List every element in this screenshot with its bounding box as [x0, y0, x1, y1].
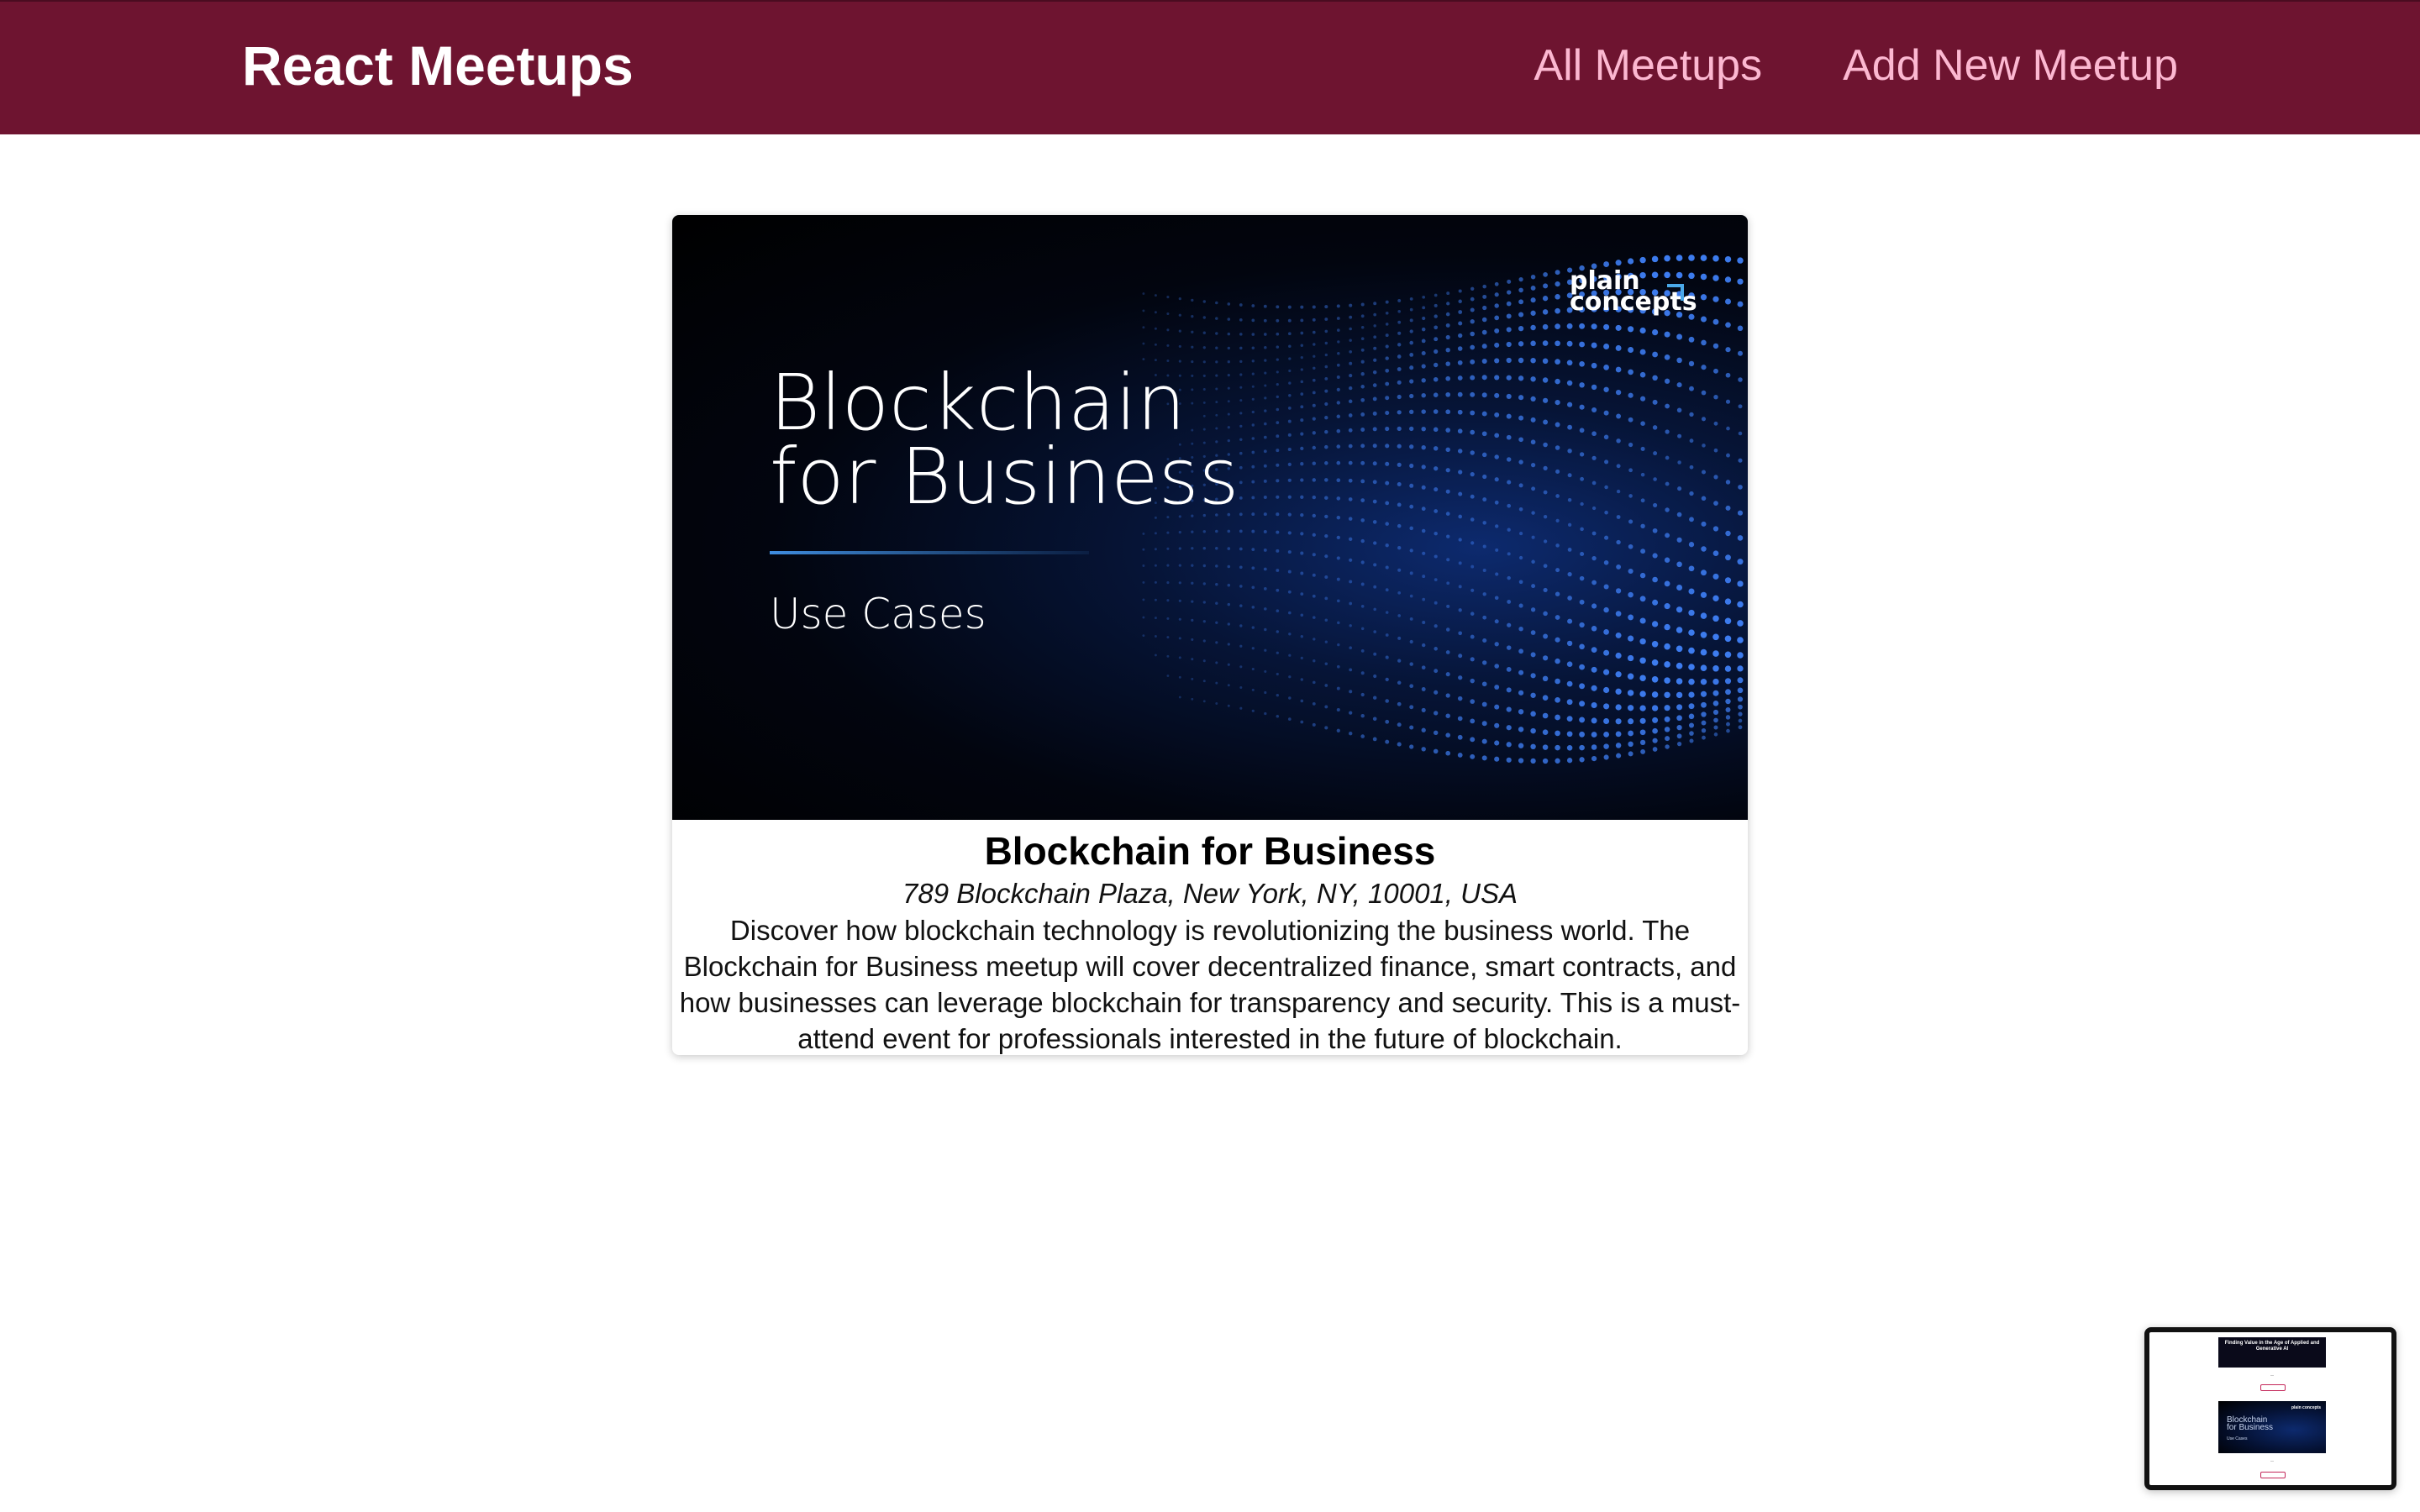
image-title: Blockchain for Business [770, 358, 1239, 522]
image-title-line1: Blockchain [770, 358, 1186, 448]
image-title-line2: for Business [770, 432, 1239, 522]
preview-card-text: — [2270, 1373, 2274, 1377]
nav-link-add-new-meetup[interactable]: Add New Meetup [1843, 40, 2178, 91]
meetup-details: Blockchain for Business 789 Blockchain P… [672, 820, 1748, 1055]
preview-card-title: Finding Value in the Age of Applied and … [2224, 1341, 2320, 1352]
meetup-description: Discover how blockchain technology is re… [679, 915, 1741, 1054]
preview-card2-title: Blockchain for Business [2227, 1416, 2274, 1432]
brand-mark-icon [1667, 284, 1684, 301]
main-navigation: All Meetups Add New Meetup [1534, 40, 2178, 91]
meetup-card: Blockchain for Business Use Cases plain … [672, 215, 1748, 1055]
site-logo[interactable]: React Meetups [242, 34, 634, 97]
preview-card2-image: Blockchain for Business Use Cases plain … [2218, 1401, 2326, 1453]
preview-button [2260, 1384, 2286, 1391]
image-accent-line [770, 551, 1089, 554]
image-subtitle: Use Cases [770, 590, 986, 638]
preview-card2-caption: — [2270, 1458, 2274, 1462]
screenshot-preview-thumbnail[interactable]: Finding Value in the Age of Applied and … [2144, 1327, 2396, 1490]
main-header: React Meetups All Meetups Add New Meetup [0, 0, 2420, 134]
preview-button-2 [2260, 1472, 2286, 1478]
meetup-address: 789 Blockchain Plaza, New York, NY, 1000… [902, 878, 1518, 909]
preview-card2-subtitle: Use Cases [2227, 1436, 2248, 1441]
preview-card2-brand: plain concepts [2291, 1405, 2321, 1410]
meetup-title: Blockchain for Business [984, 829, 1436, 873]
meetup-image: Blockchain for Business Use Cases plain … [672, 215, 1748, 820]
nav-link-all-meetups[interactable]: All Meetups [1534, 40, 1762, 91]
preview-card2-title-line2: for Business [2227, 1423, 2274, 1432]
